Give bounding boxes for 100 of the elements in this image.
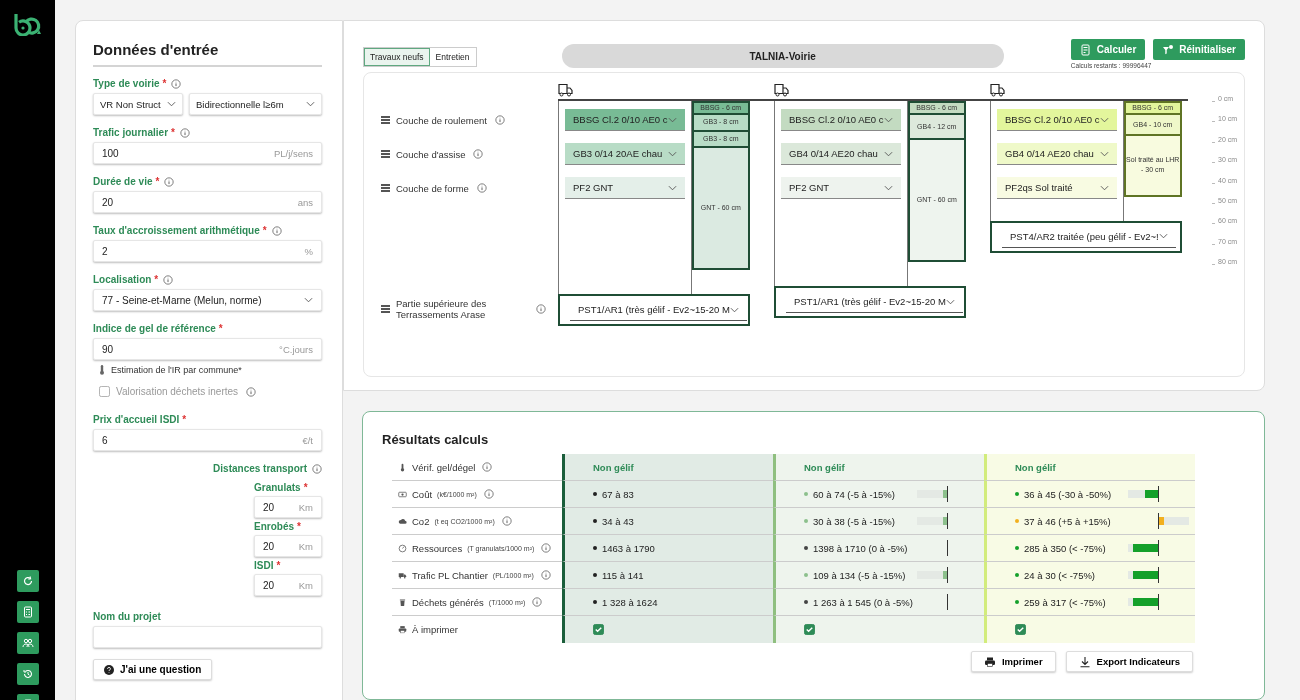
tab[interactable]: Travaux neufs bbox=[364, 48, 430, 66]
info-icon[interactable] bbox=[163, 274, 174, 285]
project-title: TALNIA-Voirie bbox=[561, 44, 1004, 68]
chevron-down-icon bbox=[1099, 150, 1109, 157]
reset-button[interactable]: Réinitialiser bbox=[1153, 39, 1245, 60]
sidebar-button[interactable] bbox=[16, 663, 39, 685]
info-icon[interactable] bbox=[483, 489, 494, 500]
chevron-down-icon bbox=[883, 150, 893, 157]
layers-icon bbox=[381, 184, 390, 192]
checkbox-label: Valorisation déchets inertes bbox=[116, 386, 239, 397]
info-icon[interactable] bbox=[179, 127, 190, 138]
info-icon[interactable] bbox=[482, 462, 493, 473]
layer-dropdown[interactable]: GB4 0/14 AE20 chau bbox=[997, 143, 1117, 165]
indicator-value: 30 à 38 (-5 à -15%) bbox=[813, 515, 895, 527]
layers-icon bbox=[381, 150, 390, 158]
chevron-down-icon bbox=[667, 184, 677, 191]
layer-dropdown[interactable]: BBSG Cl.2 0/10 AE0 c bbox=[781, 109, 901, 131]
layers-icon bbox=[381, 116, 390, 124]
input-field[interactable]: 20 Km bbox=[254, 574, 322, 596]
info-icon[interactable] bbox=[501, 516, 512, 527]
layer-label: Partie supérieure des Terrassements Arase bbox=[396, 298, 488, 320]
calculator-icon bbox=[21, 606, 34, 618]
chevron-down-icon bbox=[729, 306, 739, 313]
indicator-value: 115 à 141 bbox=[602, 569, 644, 581]
history-icon bbox=[21, 668, 34, 680]
logo-icon[interactable] bbox=[12, 12, 43, 36]
truck-icon bbox=[990, 83, 1005, 97]
indicator-label: Coût bbox=[412, 488, 433, 500]
input-field[interactable]: 20 Km bbox=[254, 535, 322, 557]
indicator-value: 37 à 46 (+5 à +15%) bbox=[1024, 515, 1111, 527]
export-button[interactable]: Export Indicateurs bbox=[1065, 651, 1193, 673]
indicator-value: 34 à 43 bbox=[602, 515, 634, 527]
layer-dropdown[interactable]: PF2qs Sol traité bbox=[997, 177, 1117, 199]
dropdown[interactable]: Bidirectionnelle l≥6m bbox=[189, 93, 322, 115]
info-icon[interactable] bbox=[271, 225, 282, 236]
layer-dropdown[interactable]: PF2 GNT bbox=[565, 177, 685, 199]
input-field[interactable] bbox=[93, 626, 322, 648]
layer-dropdown[interactable]: BBSG Cl.2 0/10 AE0 c bbox=[565, 109, 685, 131]
indicator-value: 259 à 317 (< -75%) bbox=[1024, 596, 1106, 608]
info-icon[interactable] bbox=[473, 149, 484, 159]
indicator-value: 109 à 134 (-5 à -15%) bbox=[813, 569, 906, 581]
field-label: Trafic journalier bbox=[93, 127, 169, 138]
layer-label: Couche de forme bbox=[396, 182, 469, 194]
input-field[interactable]: 20 Km bbox=[254, 496, 322, 518]
input-field[interactable]: 6 €/t bbox=[93, 429, 322, 451]
chevron-down-icon bbox=[1099, 184, 1109, 191]
sidebar-button[interactable] bbox=[16, 632, 39, 654]
info-icon[interactable] bbox=[164, 176, 175, 187]
input-field[interactable]: 20 ans bbox=[93, 191, 322, 213]
checkbox[interactable] bbox=[1015, 624, 1026, 636]
gauge-icon bbox=[398, 543, 407, 553]
chevron-down-icon bbox=[167, 101, 176, 107]
thermometer-icon bbox=[398, 462, 407, 472]
required-mark: * bbox=[171, 127, 175, 138]
calculator-icon bbox=[1079, 43, 1092, 56]
input-field[interactable]: 90 °C.jours bbox=[93, 338, 322, 360]
info-icon[interactable] bbox=[494, 115, 505, 125]
print-button[interactable]: Imprimer bbox=[970, 651, 1056, 673]
field-label: Distances transport bbox=[213, 463, 307, 474]
chevron-down-icon bbox=[306, 101, 315, 107]
hint-text: Estimation de l'IR par commune* bbox=[111, 365, 242, 375]
chevron-down-icon bbox=[1158, 233, 1168, 240]
required-mark: * bbox=[162, 78, 167, 89]
checkbox[interactable] bbox=[593, 624, 604, 636]
layer-dropdown[interactable]: GB3 0/14 20AE chau bbox=[565, 143, 685, 165]
indicator-value: 1463 à 1790 bbox=[602, 542, 655, 554]
indicator-value: 1398 à 1710 (0 à -5%) bbox=[813, 542, 908, 554]
info-icon[interactable] bbox=[540, 570, 551, 581]
field-label: Indice de gel de référence bbox=[93, 323, 216, 334]
info-icon[interactable] bbox=[532, 597, 543, 608]
required-mark: * bbox=[154, 274, 159, 285]
truck-icon bbox=[774, 83, 789, 97]
layer-dropdown[interactable]: GB4 0/14 AE20 chau bbox=[781, 143, 901, 165]
dropdown[interactable]: VR Non Struct bbox=[93, 93, 183, 115]
indicator-label: Déchets générés bbox=[412, 596, 484, 608]
layer-label: Couche d'assise bbox=[396, 148, 466, 160]
checkbox[interactable] bbox=[804, 624, 815, 636]
info-icon[interactable] bbox=[312, 463, 322, 474]
dropdown[interactable]: 77 - Seine-et-Marne (Melun, norme) bbox=[93, 289, 322, 311]
indicator-label: Vérif. gel/dégel bbox=[412, 461, 476, 473]
info-icon[interactable] bbox=[541, 543, 552, 554]
sidebar-button[interactable] bbox=[16, 570, 39, 592]
indicator-value: 67 à 83 bbox=[602, 488, 634, 500]
input-field[interactable]: 2 % bbox=[93, 240, 322, 262]
layer-dropdown[interactable]: PF2 GNT bbox=[781, 177, 901, 199]
indicator-label: Co2 bbox=[412, 515, 430, 527]
indicator-label: Trafic PL Chantier bbox=[412, 569, 488, 581]
indicator-value: 1 263 à 1 545 (0 à -5%) bbox=[813, 596, 913, 608]
info-icon[interactable] bbox=[536, 304, 546, 314]
calculate-button[interactable]: Calculer bbox=[1070, 39, 1146, 60]
field-label: Enrobés bbox=[254, 521, 294, 532]
required-mark: * bbox=[155, 176, 160, 187]
indicator-value: 285 à 350 (< -75%) bbox=[1024, 542, 1106, 554]
input-field[interactable]: 100 PL/j/sens bbox=[93, 142, 322, 164]
info-icon[interactable] bbox=[476, 183, 487, 193]
layer-dropdown[interactable]: BBSG Cl.2 0/10 AE0 c bbox=[997, 109, 1117, 131]
help-button[interactable]: J'ai une question bbox=[93, 659, 213, 680]
sidebar-button[interactable] bbox=[16, 601, 39, 623]
indicator-value: 1 328 à 1624 bbox=[602, 596, 658, 608]
info-icon[interactable] bbox=[171, 78, 182, 89]
